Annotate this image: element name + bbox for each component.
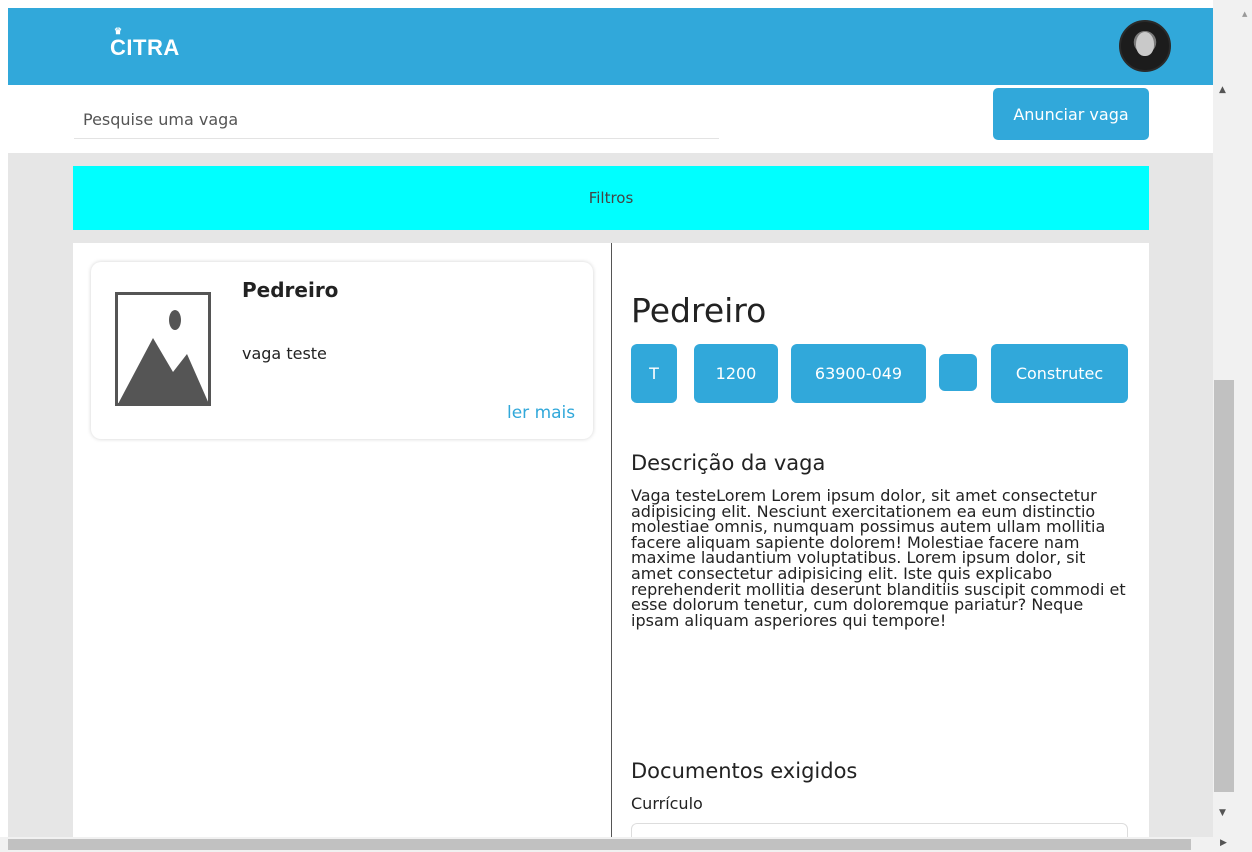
- inner-vertical-scrollbar[interactable]: ▲ ▼: [1213, 0, 1240, 837]
- avatar-face-icon: [1136, 32, 1154, 56]
- jobs-content: Pedreiro vaga teste ler mais Pedreiro T …: [73, 243, 1149, 837]
- zipcode-chip: 63900-049: [791, 344, 926, 403]
- scroll-down-arrow-icon[interactable]: ▼: [1219, 808, 1226, 818]
- window-top-gutter: [0, 0, 1252, 8]
- inner-scroll-thumb[interactable]: [1214, 380, 1234, 792]
- job-description-text: Vaga testeLorem Lorem ipsum dolor, sit a…: [631, 486, 1126, 630]
- document-upload-field[interactable]: [631, 823, 1128, 837]
- logo-crown-icon: ♛: [114, 26, 123, 36]
- job-type-chip: T: [631, 344, 677, 403]
- scroll-up-arrow-icon[interactable]: ▲: [1219, 85, 1226, 95]
- outer-vertical-scrollbar[interactable]: ▲: [1240, 0, 1252, 852]
- citra-logo[interactable]: ♛ CITRA: [110, 26, 180, 61]
- outer-scroll-up-arrow-icon[interactable]: ▲: [1242, 10, 1247, 18]
- documents-heading: Documentos exigidos: [631, 759, 858, 783]
- announce-job-button[interactable]: Anunciar vaga: [993, 88, 1149, 140]
- logo-text: CITRA: [110, 35, 180, 60]
- search-bar: Anunciar vaga: [8, 85, 1213, 153]
- description-heading: Descrição da vaga: [631, 451, 826, 475]
- top-navbar: ♛ CITRA: [8, 8, 1213, 85]
- panel-divider: [611, 243, 612, 837]
- horizontal-scroll-thumb[interactable]: [8, 839, 1191, 850]
- empty-chip: [939, 354, 977, 391]
- job-card[interactable]: Pedreiro vaga teste ler mais: [91, 262, 593, 439]
- filters-bar[interactable]: Filtros: [73, 166, 1149, 230]
- window-left-gutter: [0, 0, 8, 852]
- document-item: Currículo: [631, 794, 703, 813]
- salary-chip: 1200: [694, 344, 778, 403]
- scroll-right-arrow-icon[interactable]: ▶: [1220, 838, 1227, 848]
- page-viewport: ♛ CITRA Anunciar vaga Filtros Pedreiro v…: [8, 8, 1213, 837]
- read-more-link[interactable]: ler mais: [507, 403, 575, 423]
- company-chip: Construtec: [991, 344, 1128, 403]
- filters-label: Filtros: [588, 189, 634, 207]
- user-avatar[interactable]: [1119, 20, 1171, 72]
- image-placeholder-icon: [115, 292, 211, 406]
- horizontal-scrollbar[interactable]: ▶: [0, 837, 1240, 852]
- job-card-title: Pedreiro: [242, 278, 339, 302]
- job-card-description: vaga teste: [242, 344, 327, 363]
- job-detail-title: Pedreiro: [631, 291, 767, 330]
- search-input[interactable]: [74, 101, 719, 139]
